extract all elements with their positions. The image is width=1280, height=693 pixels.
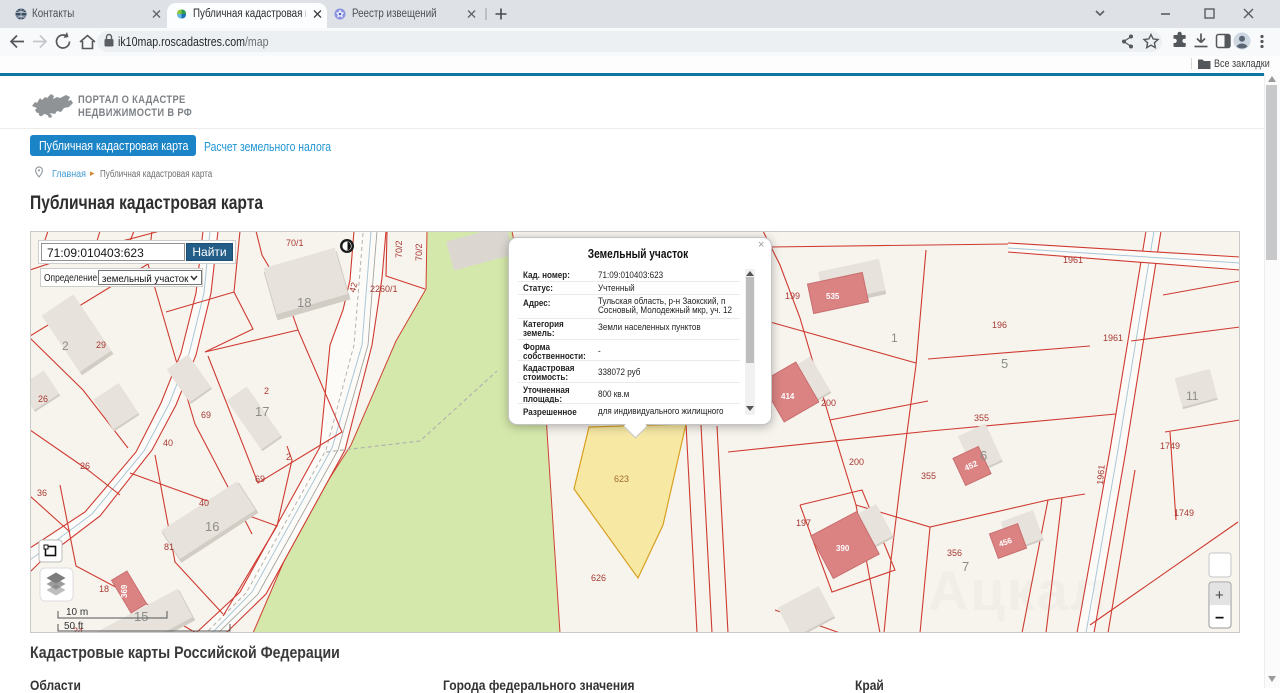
svg-text:69: 69 — [201, 410, 211, 420]
svg-text:29: 29 — [96, 340, 106, 350]
svg-text:10 m: 10 m — [66, 607, 88, 618]
svg-text:356: 356 — [947, 548, 962, 558]
svg-text:196: 196 — [992, 320, 1007, 330]
svg-text:16: 16 — [205, 519, 219, 534]
svg-text:26: 26 — [80, 461, 90, 471]
svg-text:5: 5 — [1001, 356, 1008, 371]
svg-text:6: 6 — [980, 448, 987, 463]
svg-text:70/2: 70/2 — [394, 240, 404, 258]
svg-text:626: 626 — [591, 573, 606, 583]
svg-text:1961: 1961 — [1103, 333, 1123, 343]
svg-text:1961: 1961 — [1063, 255, 1083, 265]
svg-text:18: 18 — [99, 584, 109, 594]
svg-text:11: 11 — [1186, 389, 1199, 403]
svg-text:197: 197 — [796, 518, 811, 528]
svg-text:26: 26 — [38, 394, 48, 404]
svg-text:15: 15 — [134, 609, 148, 624]
svg-text:2: 2 — [286, 452, 291, 462]
svg-text:355: 355 — [921, 471, 936, 481]
svg-text:200: 200 — [849, 457, 864, 467]
svg-text:2: 2 — [264, 386, 269, 396]
svg-text:2260/1: 2260/1 — [370, 284, 398, 294]
svg-text:390: 390 — [836, 544, 850, 553]
svg-text:1: 1 — [891, 331, 898, 345]
svg-text:50 ft: 50 ft — [64, 621, 84, 632]
svg-text:414: 414 — [781, 392, 795, 401]
svg-text:+: + — [1215, 587, 1224, 604]
svg-text:1749: 1749 — [1174, 508, 1194, 518]
svg-text:81: 81 — [164, 542, 174, 552]
svg-text:40: 40 — [199, 498, 209, 508]
svg-text:2: 2 — [62, 339, 69, 353]
svg-text:200: 200 — [821, 398, 836, 408]
svg-text:36: 36 — [37, 488, 47, 498]
svg-text:355: 355 — [974, 413, 989, 423]
svg-text:18: 18 — [297, 295, 311, 310]
svg-text:−: − — [1215, 610, 1224, 627]
svg-text:69: 69 — [255, 474, 265, 484]
svg-text:Ацкал: Ацкал — [928, 559, 1108, 622]
svg-text:535: 535 — [826, 292, 840, 301]
svg-text:199: 199 — [785, 291, 800, 301]
svg-text:17: 17 — [255, 404, 269, 419]
svg-text:70/1: 70/1 — [286, 238, 304, 248]
svg-text:40: 40 — [163, 438, 173, 448]
svg-text:70/2: 70/2 — [414, 243, 424, 261]
svg-text:1749: 1749 — [1160, 441, 1180, 451]
svg-text:369: 369 — [120, 584, 129, 598]
svg-text:623: 623 — [614, 474, 629, 484]
svg-text:1961: 1961 — [1095, 464, 1107, 485]
